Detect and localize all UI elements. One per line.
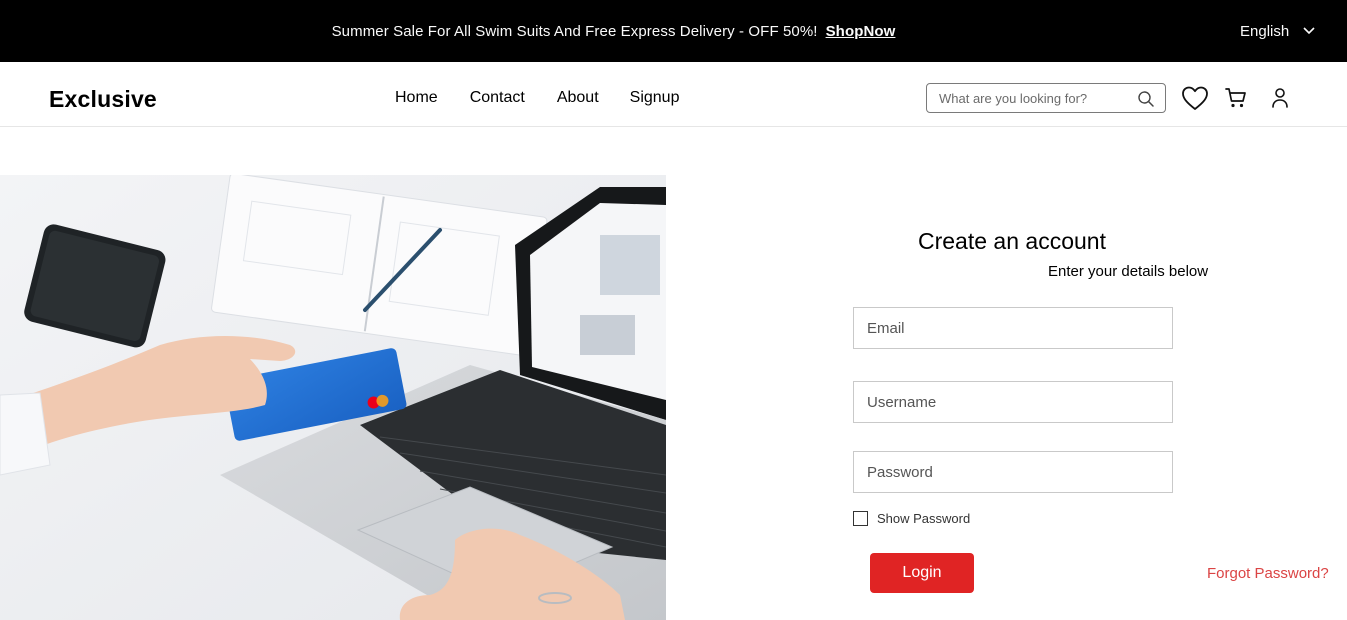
- search-icon[interactable]: [1137, 90, 1155, 108]
- password-field-wrapper: [853, 451, 1173, 493]
- announcement-bar: Summer Sale For All Swim Suits And Free …: [0, 0, 1347, 62]
- login-button[interactable]: Login: [870, 553, 974, 593]
- nav-about[interactable]: About: [557, 89, 599, 107]
- hero-image: [0, 175, 666, 620]
- show-password-label: Show Password: [877, 511, 971, 526]
- form-subtitle: Enter your details below: [1048, 263, 1209, 280]
- password-field[interactable]: [854, 452, 1172, 492]
- chevron-down-icon: [1303, 27, 1315, 35]
- site-header: Exclusive Home Contact About Signup: [0, 62, 1347, 127]
- language-selector[interactable]: English: [1240, 0, 1315, 62]
- shop-now-link[interactable]: ShopNow: [826, 23, 896, 40]
- language-label: English: [1240, 22, 1290, 40]
- show-password-toggle[interactable]: Show Password: [853, 511, 970, 526]
- heart-icon[interactable]: [1181, 85, 1209, 111]
- announcement-message-row: Summer Sale For All Swim Suits And Free …: [0, 0, 1227, 62]
- logo[interactable]: Exclusive: [49, 86, 157, 113]
- forgot-password-link[interactable]: Forgot Password?: [1207, 565, 1329, 582]
- main-nav: Home Contact About Signup: [395, 89, 679, 107]
- username-field[interactable]: [854, 382, 1172, 422]
- show-password-checkbox[interactable]: [853, 511, 868, 526]
- email-field[interactable]: [854, 308, 1172, 348]
- nav-contact[interactable]: Contact: [470, 89, 525, 107]
- username-field-wrapper: [853, 381, 1173, 423]
- email-field-wrapper: [853, 307, 1173, 349]
- form-title: Create an account: [918, 228, 1106, 254]
- search-box: [926, 83, 1166, 113]
- nav-home[interactable]: Home: [395, 89, 438, 107]
- announcement-text: Summer Sale For All Swim Suits And Free …: [331, 22, 818, 40]
- search-input[interactable]: [939, 85, 1135, 111]
- user-icon[interactable]: [1270, 87, 1290, 109]
- nav-signup[interactable]: Signup: [630, 89, 680, 107]
- cart-icon[interactable]: [1224, 86, 1248, 110]
